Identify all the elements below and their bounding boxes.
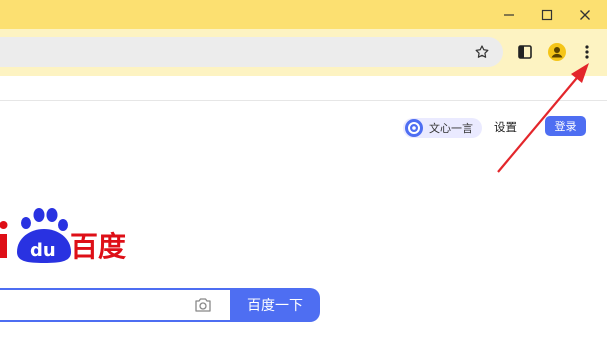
baidu-logo: du 百度: [0, 204, 140, 264]
side-panel-button[interactable]: [515, 42, 535, 62]
login-button[interactable]: 登录: [545, 116, 586, 136]
window-titlebar: [0, 0, 607, 29]
profile-button[interactable]: [546, 41, 568, 63]
search-button[interactable]: 百度一下: [230, 288, 320, 322]
svg-text:du: du: [30, 240, 56, 261]
settings-link[interactable]: 设置: [494, 119, 517, 135]
side-panel-icon: [518, 45, 532, 59]
bookmarks-bar: [0, 76, 607, 101]
close-icon: [580, 9, 590, 20]
browser-menu-button[interactable]: [578, 42, 596, 62]
baidu-logo-text: 百度: [70, 230, 126, 263]
wenxin-logo-icon: [405, 119, 423, 137]
three-dot-menu-icon: [585, 45, 589, 59]
address-bar[interactable]: [0, 37, 503, 67]
maximize-button[interactable]: [528, 0, 566, 29]
close-button[interactable]: [566, 0, 604, 29]
image-search-button[interactable]: [193, 295, 213, 315]
minimize-icon: [504, 13, 514, 16]
bookmark-star-button[interactable]: [472, 42, 492, 62]
minimize-button[interactable]: [490, 0, 528, 29]
wenxin-yiyan-link[interactable]: 文心一言: [403, 118, 482, 138]
star-icon: [475, 45, 489, 58]
profile-icon: [548, 43, 566, 61]
camera-icon: [195, 298, 211, 312]
wenxin-label: 文心一言: [429, 122, 473, 135]
maximize-icon: [541, 9, 553, 20]
